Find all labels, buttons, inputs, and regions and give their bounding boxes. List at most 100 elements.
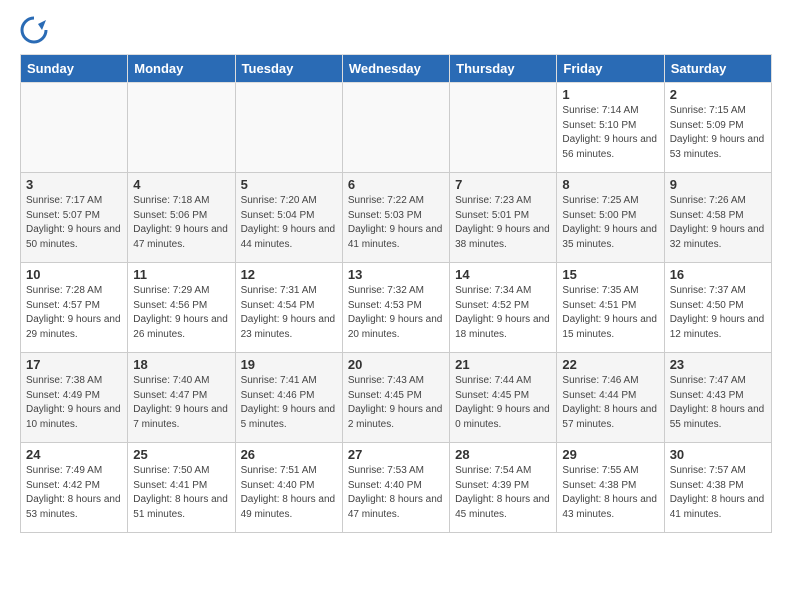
calendar-cell: 11Sunrise: 7:29 AM Sunset: 4:56 PM Dayli…: [128, 263, 235, 353]
day-info: Sunrise: 7:22 AM Sunset: 5:03 PM Dayligh…: [348, 194, 444, 252]
calendar-cell: 29 Sunrise: 7:55 AM Sunset: 4:38 PM Dayli…: [557, 443, 664, 533]
calendar-cell: 7 Sunrise: 7:23 AM Sunset: 5:01 PM Daylig…: [450, 173, 557, 263]
day-info: Sunrise: 7:20 AM Sunset: 5:04 PM Dayligh…: [241, 194, 337, 252]
header: [20, 16, 772, 44]
calendar-cell: 20Sunrise: 7:43 AM Sunset: 4:45 PM Dayli…: [342, 353, 449, 443]
day-number: 16: [670, 267, 766, 282]
day-info: Sunrise: 7:23 AM Sunset: 5:01 PM Dayligh…: [455, 194, 551, 252]
calendar-cell: [235, 83, 342, 173]
weekday-saturday: Saturday: [664, 55, 771, 83]
calendar-cell: 23Sunrise: 7:47 AM Sunset: 4:43 PM Dayli…: [664, 353, 771, 443]
day-info: Sunrise: 7:34 AM Sunset: 4:52 PM Dayligh…: [455, 284, 551, 342]
day-number: 25: [133, 447, 229, 462]
day-number: 6: [348, 177, 444, 192]
day-info: Sunrise: 7:44 AM Sunset: 4:45 PM Dayligh…: [455, 374, 551, 432]
day-info: Sunrise: 7:55 AM Sunset: 4:38 PM Dayligh…: [562, 464, 658, 522]
day-info: Sunrise: 7:15 AM Sunset: 5:09 PM Dayligh…: [670, 104, 766, 162]
day-number: 29: [562, 447, 658, 462]
calendar-cell: 8 Sunrise: 7:25 AM Sunset: 5:00 PM Daylig…: [557, 173, 664, 263]
day-info: Sunrise: 7:25 AM Sunset: 5:00 PM Dayligh…: [562, 194, 658, 252]
day-info: Sunrise: 7:32 AM Sunset: 4:53 PM Dayligh…: [348, 284, 444, 342]
day-number: 10: [26, 267, 122, 282]
calendar-cell: 9 Sunrise: 7:26 AM Sunset: 4:58 PM Daylig…: [664, 173, 771, 263]
weekday-monday: Monday: [128, 55, 235, 83]
day-info: Sunrise: 7:18 AM Sunset: 5:06 PM Dayligh…: [133, 194, 229, 252]
calendar-cell: 2 Sunrise: 7:15 AM Sunset: 5:09 PM Daylig…: [664, 83, 771, 173]
day-number: 8: [562, 177, 658, 192]
calendar-cell: 16Sunrise: 7:37 AM Sunset: 4:50 PM Dayli…: [664, 263, 771, 353]
week-row-1: 1 Sunrise: 7:14 AM Sunset: 5:10 PM Daylig…: [21, 83, 772, 173]
weekday-sunday: Sunday: [21, 55, 128, 83]
day-info: Sunrise: 7:53 AM Sunset: 4:40 PM Dayligh…: [348, 464, 444, 522]
day-number: 23: [670, 357, 766, 372]
day-info: Sunrise: 7:17 AM Sunset: 5:07 PM Dayligh…: [26, 194, 122, 252]
day-number: 21: [455, 357, 551, 372]
day-number: 4: [133, 177, 229, 192]
week-row-4: 17 Sunrise: 7:38 AM Sunset: 4:49 PM Dayli…: [21, 353, 772, 443]
weekday-thursday: Thursday: [450, 55, 557, 83]
day-number: 9: [670, 177, 766, 192]
day-info: Sunrise: 7:35 AM Sunset: 4:51 PM Dayligh…: [562, 284, 658, 342]
day-info: Sunrise: 7:51 AM Sunset: 4:40 PM Dayligh…: [241, 464, 337, 522]
calendar-cell: 22Sunrise: 7:46 AM Sunset: 4:44 PM Dayli…: [557, 353, 664, 443]
weekday-tuesday: Tuesday: [235, 55, 342, 83]
day-info: Sunrise: 7:43 AM Sunset: 4:45 PM Dayligh…: [348, 374, 444, 432]
day-number: 7: [455, 177, 551, 192]
day-number: 27: [348, 447, 444, 462]
calendar-cell: 15 Sunrise: 7:35 AM Sunset: 4:51 PM Dayli…: [557, 263, 664, 353]
calendar-cell: 28 Sunrise: 7:54 AM Sunset: 4:39 PM Dayli…: [450, 443, 557, 533]
day-number: 3: [26, 177, 122, 192]
calendar-cell: 14 Sunrise: 7:34 AM Sunset: 4:52 PM Dayli…: [450, 263, 557, 353]
day-info: Sunrise: 7:40 AM Sunset: 4:47 PM Dayligh…: [133, 374, 229, 432]
day-info: Sunrise: 7:26 AM Sunset: 4:58 PM Dayligh…: [670, 194, 766, 252]
calendar-cell: 4 Sunrise: 7:18 AM Sunset: 5:06 PM Daylig…: [128, 173, 235, 263]
day-info: Sunrise: 7:41 AM Sunset: 4:46 PM Dayligh…: [241, 374, 337, 432]
day-number: 17: [26, 357, 122, 372]
calendar-cell: [128, 83, 235, 173]
calendar-cell: 5 Sunrise: 7:20 AM Sunset: 5:04 PM Daylig…: [235, 173, 342, 263]
day-number: 15: [562, 267, 658, 282]
day-info: Sunrise: 7:28 AM Sunset: 4:57 PM Dayligh…: [26, 284, 122, 342]
day-number: 14: [455, 267, 551, 282]
day-number: 28: [455, 447, 551, 462]
day-number: 12: [241, 267, 337, 282]
calendar-cell: 13 Sunrise: 7:32 AM Sunset: 4:53 PM Dayli…: [342, 263, 449, 353]
logo: [20, 16, 52, 44]
day-number: 19: [241, 357, 337, 372]
day-info: Sunrise: 7:50 AM Sunset: 4:41 PM Dayligh…: [133, 464, 229, 522]
day-number: 11: [133, 267, 229, 282]
calendar-cell: 25 Sunrise: 7:50 AM Sunset: 4:41 PM Dayli…: [128, 443, 235, 533]
day-info: Sunrise: 7:31 AM Sunset: 4:54 PM Dayligh…: [241, 284, 337, 342]
calendar-cell: [21, 83, 128, 173]
day-number: 5: [241, 177, 337, 192]
calendar-cell: 27 Sunrise: 7:53 AM Sunset: 4:40 PM Dayli…: [342, 443, 449, 533]
calendar-cell: 1 Sunrise: 7:14 AM Sunset: 5:10 PM Daylig…: [557, 83, 664, 173]
day-number: 22: [562, 357, 658, 372]
calendar-cell: 30Sunrise: 7:57 AM Sunset: 4:38 PM Dayli…: [664, 443, 771, 533]
calendar-cell: 26 Sunrise: 7:51 AM Sunset: 4:40 PM Dayli…: [235, 443, 342, 533]
day-number: 2: [670, 87, 766, 102]
week-row-3: 10 Sunrise: 7:28 AM Sunset: 4:57 PM Dayli…: [21, 263, 772, 353]
day-info: Sunrise: 7:54 AM Sunset: 4:39 PM Dayligh…: [455, 464, 551, 522]
day-number: 1: [562, 87, 658, 102]
calendar-cell: 10 Sunrise: 7:28 AM Sunset: 4:57 PM Dayli…: [21, 263, 128, 353]
calendar-cell: 24Sunrise: 7:49 AM Sunset: 4:42 PM Dayli…: [21, 443, 128, 533]
weekday-wednesday: Wednesday: [342, 55, 449, 83]
calendar-cell: 21 Sunrise: 7:44 AM Sunset: 4:45 PM Dayli…: [450, 353, 557, 443]
weekday-header-row: SundayMondayTuesdayWednesdayThursdayFrid…: [21, 55, 772, 83]
day-number: 26: [241, 447, 337, 462]
day-number: 13: [348, 267, 444, 282]
day-number: 18: [133, 357, 229, 372]
calendar-cell: [450, 83, 557, 173]
calendar-cell: 12 Sunrise: 7:31 AM Sunset: 4:54 PM Dayli…: [235, 263, 342, 353]
logo-icon: [20, 16, 48, 44]
day-info: Sunrise: 7:57 AM Sunset: 4:38 PM Dayligh…: [670, 464, 766, 522]
page: SundayMondayTuesdayWednesdayThursdayFrid…: [0, 0, 792, 549]
weekday-friday: Friday: [557, 55, 664, 83]
calendar-table: SundayMondayTuesdayWednesdayThursdayFrid…: [20, 54, 772, 533]
day-info: Sunrise: 7:38 AM Sunset: 4:49 PM Dayligh…: [26, 374, 122, 432]
day-info: Sunrise: 7:14 AM Sunset: 5:10 PM Dayligh…: [562, 104, 658, 162]
calendar-cell: 6 Sunrise: 7:22 AM Sunset: 5:03 PM Daylig…: [342, 173, 449, 263]
week-row-2: 3 Sunrise: 7:17 AM Sunset: 5:07 PM Daylig…: [21, 173, 772, 263]
calendar-cell: [342, 83, 449, 173]
